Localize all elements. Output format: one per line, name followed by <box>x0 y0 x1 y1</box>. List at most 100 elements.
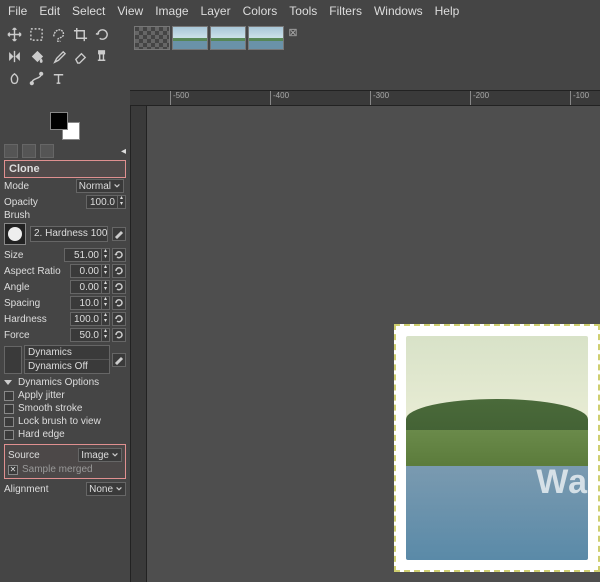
brush-name-field[interactable]: 2. Hardness 100 <box>30 226 108 242</box>
force-label: Force <box>4 330 30 341</box>
aspect-label: Aspect Ratio <box>4 266 61 277</box>
smudge-tool-icon[interactable] <box>6 70 22 86</box>
brush-label: Brush <box>4 210 126 221</box>
hard-row[interactable]: Hard edge <box>4 428 126 441</box>
close-tab-icon[interactable]: ⊠ <box>286 26 300 50</box>
menu-tools[interactable]: Tools <box>289 4 317 18</box>
spacing-slider[interactable]: 10.0▴▾ <box>70 296 110 310</box>
source-dropdown[interactable]: Image <box>78 448 122 462</box>
sample-merged-row[interactable]: Sample merged <box>8 463 122 476</box>
dock-tab-1[interactable] <box>4 144 18 158</box>
dock-tabs: ◂ <box>4 144 126 158</box>
move-tool-icon[interactable] <box>6 26 22 42</box>
menu-view[interactable]: View <box>117 4 143 18</box>
lock-checkbox[interactable] <box>4 417 14 427</box>
alignment-dropdown[interactable]: None <box>86 482 126 496</box>
opacity-label: Opacity <box>4 197 38 208</box>
menu-help[interactable]: Help <box>435 4 460 18</box>
text-tool-icon[interactable] <box>50 70 66 86</box>
size-row: Size 51.00▴▾ <box>4 247 126 263</box>
hardness-slider[interactable]: 100.0▴▾ <box>70 312 110 326</box>
opacity-slider[interactable]: 100.0 ▴▾ <box>86 195 126 209</box>
ruler-tick: -400 <box>270 91 289 105</box>
ruler-horizontal: -500 -400 -300 -200 -100 <box>130 90 600 106</box>
menu-select[interactable]: Select <box>72 4 105 18</box>
dynamics-box: Dynamics Dynamics Off <box>24 345 110 374</box>
foreground-swatch[interactable] <box>50 112 68 130</box>
lock-row[interactable]: Lock brush to view <box>4 415 126 428</box>
ruler-tick: -300 <box>370 91 389 105</box>
jitter-checkbox[interactable] <box>4 391 14 401</box>
menu-layer[interactable]: Layer <box>201 4 231 18</box>
brush-section: Brush 2. Hardness 100 <box>4 210 126 247</box>
menu-edit[interactable]: Edit <box>39 4 60 18</box>
bucket-tool-icon[interactable] <box>28 48 44 64</box>
color-swatches[interactable] <box>50 112 80 140</box>
canvas-area[interactable]: Wa <box>130 106 600 582</box>
smooth-row[interactable]: Smooth stroke <box>4 402 126 415</box>
rotate-tool-icon[interactable] <box>94 26 110 42</box>
dynamics-value[interactable]: Dynamics Off <box>25 360 109 373</box>
brush-preview[interactable] <box>4 223 26 245</box>
menu-file[interactable]: File <box>8 4 27 18</box>
sample-merged-checkbox[interactable] <box>8 465 18 475</box>
size-label: Size <box>4 250 23 261</box>
rect-select-tool-icon[interactable] <box>28 26 44 42</box>
size-reset-icon[interactable] <box>112 248 126 262</box>
angle-row: Angle 0.00▴▾ <box>4 279 126 295</box>
angle-label: Angle <box>4 282 30 293</box>
dynamics-options-row[interactable]: Dynamics Options <box>4 376 126 389</box>
dock-tab-2[interactable] <box>22 144 36 158</box>
image-on-canvas[interactable]: Wa <box>394 324 600 572</box>
smooth-checkbox[interactable] <box>4 404 14 414</box>
opacity-row: Opacity 100.0 ▴▾ <box>4 194 126 210</box>
menu-filters[interactable]: Filters <box>329 4 362 18</box>
dynamics-edit-icon[interactable] <box>112 353 126 367</box>
path-tool-icon[interactable] <box>28 70 44 86</box>
dock-menu-icon[interactable]: ◂ <box>121 146 126 157</box>
sample-merged-label: Sample merged <box>22 464 93 475</box>
hardness-reset-icon[interactable] <box>112 312 126 326</box>
spacing-reset-icon[interactable] <box>112 296 126 310</box>
dynamics-preview[interactable] <box>4 346 22 374</box>
image-tab-3[interactable] <box>210 26 246 50</box>
aspect-slider[interactable]: 0.00▴▾ <box>70 264 110 278</box>
menu-windows[interactable]: Windows <box>374 4 423 18</box>
toolbox <box>0 22 130 90</box>
alignment-row: Alignment None <box>4 481 126 497</box>
menu-image[interactable]: Image <box>155 4 188 18</box>
smooth-label: Smooth stroke <box>18 403 82 414</box>
clone-tool-icon[interactable] <box>94 48 110 64</box>
force-reset-icon[interactable] <box>112 328 126 342</box>
free-select-tool-icon[interactable] <box>50 26 66 42</box>
hard-checkbox[interactable] <box>4 430 14 440</box>
image-tab-1[interactable] <box>134 26 170 50</box>
ruler-tick: -500 <box>170 91 189 105</box>
watermark-text: Wa <box>536 463 588 502</box>
mode-row: Mode Normal <box>4 178 126 194</box>
expand-icon <box>4 380 12 385</box>
dock-tab-3[interactable] <box>40 144 54 158</box>
aspect-reset-icon[interactable] <box>112 264 126 278</box>
source-label: Source <box>8 450 40 461</box>
spacing-row: Spacing 10.0▴▾ <box>4 295 126 311</box>
angle-slider[interactable]: 0.00▴▾ <box>70 280 110 294</box>
flip-tool-icon[interactable] <box>6 48 22 64</box>
force-slider[interactable]: 50.0▴▾ <box>70 328 110 342</box>
mode-dropdown[interactable]: Normal <box>76 179 124 193</box>
brush-edit-icon[interactable] <box>112 227 126 241</box>
angle-reset-icon[interactable] <box>112 280 126 294</box>
crop-tool-icon[interactable] <box>72 26 88 42</box>
size-slider[interactable]: 51.00▴▾ <box>64 248 110 262</box>
dynamics-label: Dynamics <box>25 346 109 360</box>
force-row: Force 50.0▴▾ <box>4 327 126 343</box>
tool-options-panel: ◂ Clone Mode Normal Opacity 100.0 ▴▾ <box>0 106 130 582</box>
ruler-vertical <box>131 106 147 582</box>
menu-colors[interactable]: Colors <box>243 4 278 18</box>
image-tab-4[interactable] <box>248 26 284 50</box>
menubar: File Edit Select View Image Layer Colors… <box>0 0 600 22</box>
eraser-tool-icon[interactable] <box>72 48 88 64</box>
image-tab-2[interactable] <box>172 26 208 50</box>
jitter-row[interactable]: Apply jitter <box>4 389 126 402</box>
paintbrush-tool-icon[interactable] <box>50 48 66 64</box>
